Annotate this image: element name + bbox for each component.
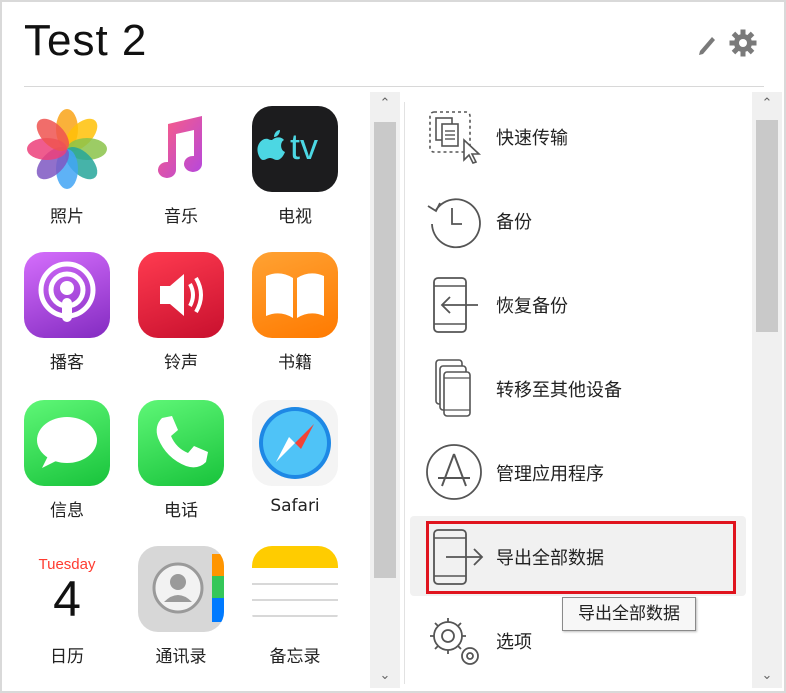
action-label: 恢复备份 [496,296,568,317]
scroll-up-icon[interactable]: ⌃ [370,94,400,114]
restore-backup-icon [433,277,478,333]
device-name: Test 2 [24,16,148,65]
app-phone[interactable]: 电话 [126,396,236,536]
calendar-icon: Tuesday 4 [24,546,110,632]
calendar-day-number: 4 [53,571,81,627]
pencil-icon[interactable] [696,32,718,56]
scroll-up-icon[interactable]: ⌃ [752,94,782,114]
apple-tv-icon: tv [252,106,338,192]
action-transfer-device[interactable]: 转移至其他设备 [410,348,746,428]
app-label: 铃声 [164,353,198,373]
app-tv[interactable]: tv 电视 [240,102,350,242]
options-gear-icon [430,618,479,665]
backup-icon [427,198,481,249]
app-label: 备忘录 [269,647,321,667]
action-quick-transfer[interactable]: 快速传输 [410,96,746,176]
app-label: 照片 [50,207,84,227]
action-list-scrollbar[interactable]: ⌃ ⌄ [752,92,782,688]
action-label: 快速传输 [496,128,568,149]
app-calendar[interactable]: Tuesday 4 日历 [12,542,122,682]
action-restore-backup[interactable]: 恢复备份 [410,264,746,344]
app-grid-scrollbar[interactable]: ⌃ ⌄ [370,92,400,688]
app-label: 通讯录 [155,647,207,667]
action-backup[interactable]: 备份 [410,180,746,260]
action-manage-apps[interactable]: 管理应用程序 [410,432,746,512]
app-grid: 照片 音乐 tv 电视 播客 铃声 书籍 信息 电话 Safari Tuesda… [12,102,362,682]
panel-divider [404,102,405,684]
quick-transfer-icon [429,111,482,164]
app-label: 书籍 [278,353,312,373]
app-label: 电话 [164,501,198,521]
action-label: 转移至其他设备 [496,380,622,401]
scroll-thumb[interactable] [374,122,396,578]
app-music[interactable]: 音乐 [126,102,236,242]
app-podcasts[interactable]: 播客 [12,248,122,388]
action-label: 管理应用程序 [496,464,604,485]
app-books[interactable]: 书籍 [240,248,350,388]
action-label: 选项 [496,632,532,653]
transfer-device-icon [435,359,471,417]
photos-icon [27,109,107,189]
app-notes[interactable]: 备忘录 [240,542,350,682]
window-frame: Test 2 照片 音乐 tv 电视 播客 铃声 书籍 信息 电话 Safari… [0,0,786,693]
scroll-down-icon[interactable]: ⌄ [370,666,400,686]
app-label: 电视 [278,207,312,227]
app-store-icon [426,444,482,500]
ringtones-icon [138,252,224,338]
podcasts-icon [24,252,110,338]
app-label: Safari [270,496,320,516]
action-label: 备份 [496,212,532,233]
safari-icon [252,400,338,486]
gear-icon[interactable] [728,28,758,58]
app-label: 播客 [50,353,84,373]
contacts-icon [138,546,224,632]
scroll-down-icon[interactable]: ⌄ [752,666,782,686]
app-messages[interactable]: 信息 [12,396,122,536]
phone-icon [138,400,224,486]
app-ringtones[interactable]: 铃声 [126,248,236,388]
app-safari[interactable]: Safari [240,396,350,536]
books-icon [252,252,338,338]
highlight-frame [426,521,736,594]
messages-icon [24,400,110,486]
app-label: 信息 [50,501,84,521]
app-photos[interactable]: 照片 [12,102,122,242]
tooltip: 导出全部数据 [562,597,696,631]
tv-icon-text: tv [290,126,319,167]
notes-icon [252,546,338,632]
app-contacts[interactable]: 通讯录 [126,542,236,682]
scroll-thumb[interactable] [756,120,778,332]
music-icon [158,116,202,178]
app-label: 音乐 [164,207,198,227]
header-divider [24,86,764,87]
app-label: 日历 [50,647,84,667]
